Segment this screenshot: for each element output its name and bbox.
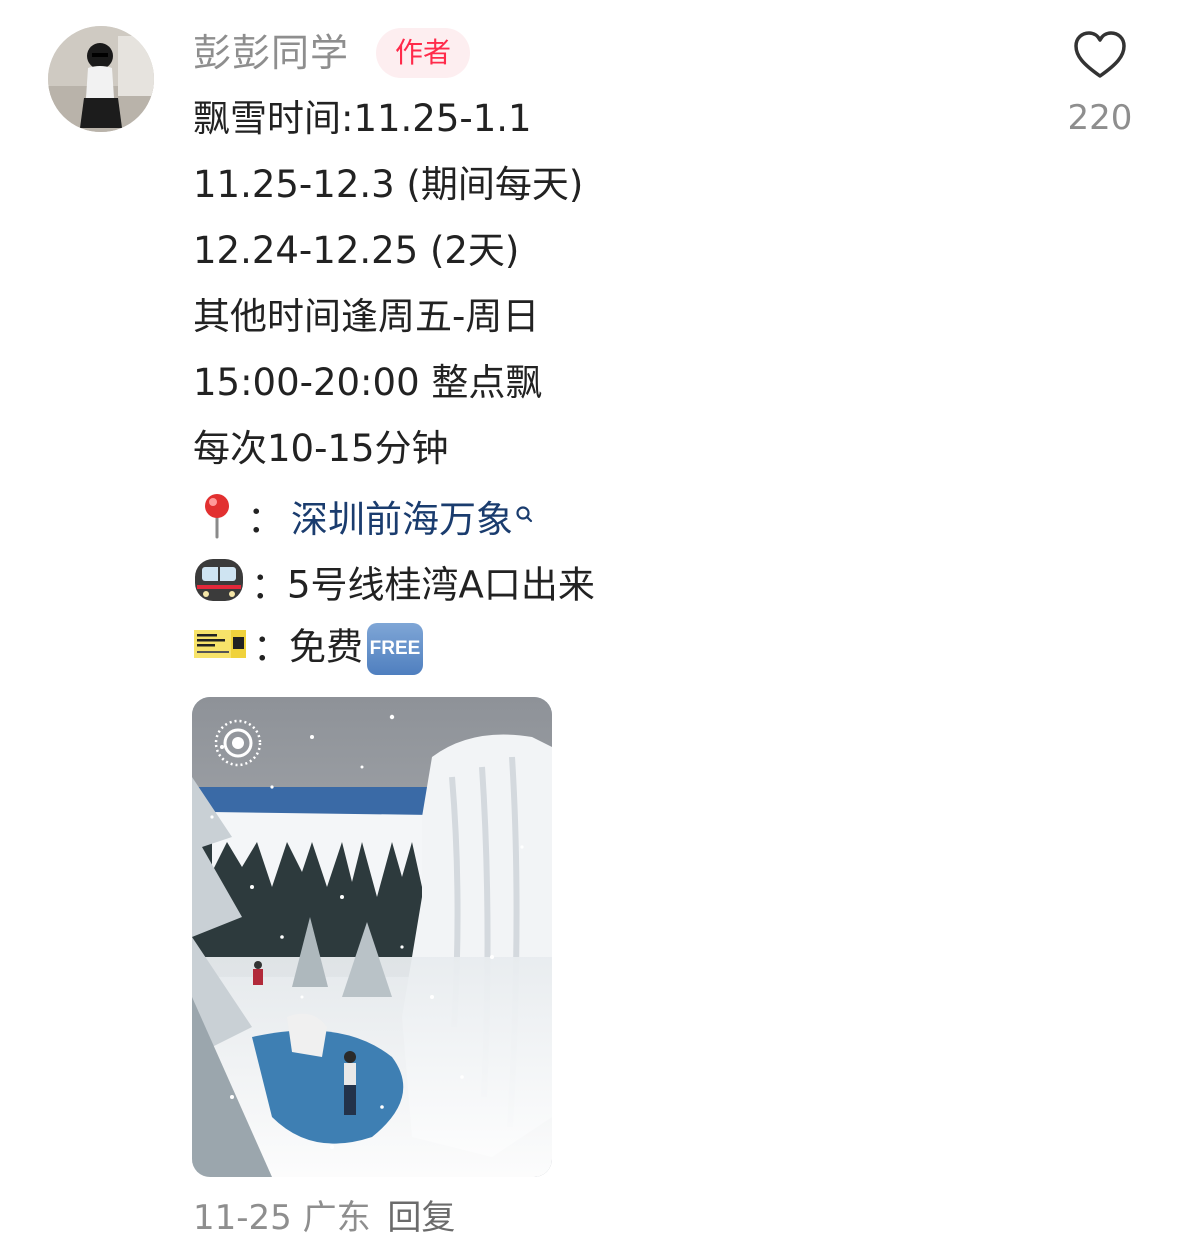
location-link[interactable]: 深圳前海万象 bbox=[291, 498, 533, 541]
location-colon: ： bbox=[247, 497, 284, 541]
comment-line: 12.24-12.25 (2天) bbox=[193, 229, 520, 272]
live-photo-icon bbox=[212, 717, 264, 769]
comment-line: 每次10-15分钟 bbox=[193, 427, 449, 470]
author-name[interactable]: 彭彭同学 bbox=[193, 28, 349, 78]
heart-icon bbox=[1074, 31, 1126, 78]
avatar[interactable] bbox=[48, 26, 154, 132]
free-badge: FREE bbox=[367, 623, 423, 675]
comment-region: 广东 bbox=[302, 1198, 371, 1238]
author-badge: 作者 bbox=[376, 28, 470, 78]
ticket-line: ：免费 FREE bbox=[193, 623, 1093, 689]
search-icon bbox=[515, 491, 533, 539]
comment-line: 飘雪时间:11.25-1.1 bbox=[193, 97, 532, 140]
metro-colon: ： bbox=[251, 563, 288, 607]
comment-line: 15:00-20:00 整点飘 bbox=[193, 361, 543, 404]
ticket-colon: ： bbox=[253, 625, 290, 669]
reply-button[interactable]: 回复 bbox=[387, 1198, 455, 1238]
comment-line: 其他时间逢周五-周日 bbox=[193, 295, 540, 338]
ticket-text: 免费 bbox=[289, 625, 363, 669]
avatar-image bbox=[48, 26, 154, 132]
comment-body: 飘雪时间:11.25-1.1 11.25-12.3 (期间每天) 12.24-1… bbox=[193, 95, 1093, 689]
snow-scene-image bbox=[192, 697, 552, 1177]
round-pushpin-icon bbox=[193, 491, 241, 551]
comment-photo[interactable] bbox=[192, 697, 552, 1177]
location-text: 深圳前海万象 bbox=[291, 497, 513, 541]
metro-text: 5号线桂湾A口出来 bbox=[287, 563, 595, 607]
comment-line: 11.25-12.3 (期间每天) bbox=[193, 163, 584, 206]
metro-line: ：5号线桂湾A口出来 bbox=[193, 557, 1093, 623]
comment-date: 11-25 bbox=[193, 1198, 292, 1238]
location-line: ：深圳前海万象 bbox=[193, 491, 1093, 557]
comment-footer: 11-25 广东 回复 bbox=[193, 1194, 455, 1242]
ticket-icon bbox=[193, 625, 247, 673]
metro-train-icon bbox=[193, 557, 245, 617]
